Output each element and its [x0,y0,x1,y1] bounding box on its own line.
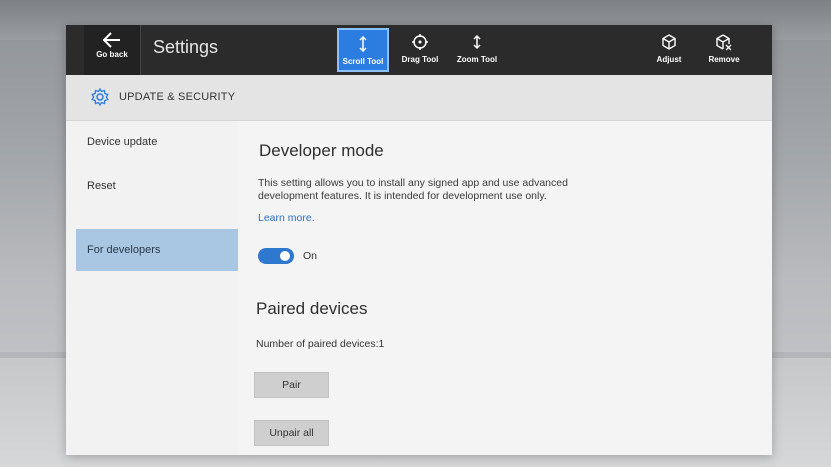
adjust-button[interactable]: Adjust [643,28,695,72]
developer-mode-toggle[interactable] [258,248,294,264]
remove-icon [716,34,732,51]
developer-mode-heading: Developer mode [259,141,384,160]
app-title: Settings [153,37,219,57]
sidebar-item-device-update[interactable]: Device update [76,121,238,163]
drag-tool-label: Drag Tool [401,55,439,64]
developer-mode-description: This setting allows you to install any s… [258,177,568,202]
back-arrow-icon [102,32,120,48]
scroll-tool-label: Scroll Tool [342,57,384,66]
remove-label: Remove [708,55,740,64]
sidebar-item-reset[interactable]: Reset [76,165,238,207]
zoom-icon [473,34,481,50]
go-back-label: Go back [96,50,128,59]
toggle-knob [280,251,290,261]
zoom-tool-label: Zoom Tool [456,55,498,64]
remove-button[interactable]: Remove [698,28,750,72]
section-header: UPDATE & SECURITY [66,75,772,121]
sidebar-item-for-developers[interactable]: For developers [76,229,238,271]
adjust-icon [662,34,676,50]
unpair-all-button[interactable]: Unpair all [254,420,329,446]
zoom-tool-button[interactable]: Zoom Tool [451,28,503,72]
go-back-button[interactable]: Go back [84,25,140,75]
scroll-tool-button[interactable]: Scroll Tool [337,28,389,72]
toolbar-divider [140,25,141,75]
toggle-state-label: On [303,250,318,262]
paired-devices-heading: Paired devices [256,299,368,318]
pair-button[interactable]: Pair [254,372,329,398]
content-pane: Developer mode This setting allows you t… [238,121,772,455]
section-title: UPDATE & SECURITY [119,91,236,103]
drag-icon [412,34,428,50]
drag-tool-button[interactable]: Drag Tool [394,28,446,72]
scroll-icon [359,35,367,53]
adjust-label: Adjust [656,55,682,64]
paired-devices-count: Number of paired devices:1 [256,338,385,350]
learn-more-link[interactable]: Learn more. [258,212,315,224]
toolbar: Go back Settings Scroll Tool Drag Tool Z… [66,25,772,75]
settings-window: Go back Settings Scroll Tool Drag Tool Z… [66,25,772,455]
gear-icon [91,87,109,107]
sidebar: Device update Reset For developers [66,121,238,455]
